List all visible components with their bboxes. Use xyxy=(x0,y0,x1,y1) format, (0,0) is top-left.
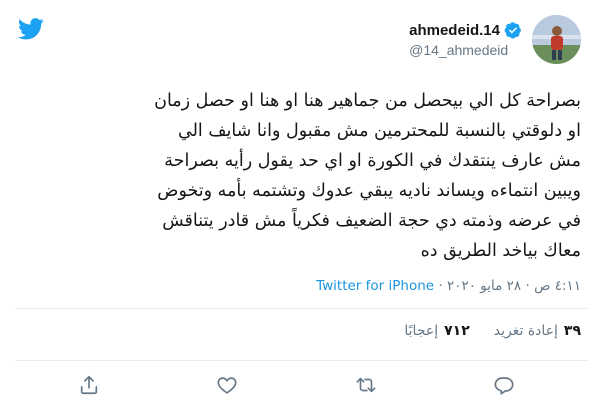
likes-stat[interactable]: ٧١٢ إعجابًا xyxy=(404,323,469,339)
retweets-label: إعادة تغريد xyxy=(493,323,558,339)
tweet-stats: ٣٩ إعادة تغريد ٧١٢ إعجابًا xyxy=(404,323,581,339)
tweet-source-link[interactable]: Twitter for iPhone xyxy=(316,278,434,294)
retweets-stat[interactable]: ٣٩ إعادة تغريد xyxy=(494,323,581,339)
user-handle[interactable]: @14_ahmedeid xyxy=(409,42,522,58)
tweet-line: ويبين انتماءه ويساند ناديه يبقي عدوك وتش… xyxy=(157,181,581,201)
tweet-line: في عرضه وذمته دي حجة الضعيف فكرياً مش قا… xyxy=(162,211,581,231)
retweet-icon xyxy=(356,377,376,393)
divider xyxy=(15,360,588,361)
avatar[interactable] xyxy=(532,15,581,64)
meta-separator: · xyxy=(525,278,530,294)
tweet-line: او دلوقتي بالنسبة للمحترمين مش مقبول وان… xyxy=(178,121,581,141)
share-icon xyxy=(80,375,98,395)
user-names: ahmedeid.14 @14_ahmedeid xyxy=(409,21,522,58)
tweet-card: ahmedeid.14 @14_ahmedeid بصراحة كل الي ب… xyxy=(0,0,603,414)
heart-icon xyxy=(217,377,237,394)
display-name[interactable]: ahmedeid.14 xyxy=(409,22,500,39)
tweet-actions xyxy=(78,374,515,396)
tweet-line: بصراحة كل الي بيحصل من جماهير هنا او هنا… xyxy=(154,91,581,111)
tweet-line: مش عارف ينتقدك في الكورة او اي حد يقول ر… xyxy=(164,151,581,171)
verified-badge-icon xyxy=(504,22,521,39)
display-name-row[interactable]: ahmedeid.14 xyxy=(409,21,522,39)
tweet-line: معاك بياخد الطريق ده xyxy=(420,241,581,261)
twitter-bird-icon[interactable] xyxy=(18,18,44,40)
tweet-text: بصراحة كل الي بيحصل من جماهير هنا او هنا… xyxy=(16,86,581,266)
like-button[interactable] xyxy=(216,374,238,396)
likes-label: إعجابًا xyxy=(404,323,439,339)
reply-button[interactable] xyxy=(493,374,515,396)
meta-separator: · xyxy=(438,278,443,294)
tweet-date[interactable]: ٢٨ مايو ٢٠٢٠ xyxy=(447,278,521,294)
likes-count: ٧١٢ xyxy=(444,323,470,339)
share-button[interactable] xyxy=(78,374,100,396)
reply-icon xyxy=(494,377,514,395)
tweet-time[interactable]: ٤:١١ ص xyxy=(534,278,581,294)
tweet-header: ahmedeid.14 @14_ahmedeid xyxy=(409,15,581,64)
retweets-count: ٣٩ xyxy=(563,323,581,339)
tweet-meta: ٤:١١ ص · ٢٨ مايو ٢٠٢٠ · Twitter for iPho… xyxy=(316,278,581,294)
retweet-button[interactable] xyxy=(355,374,377,396)
divider xyxy=(15,308,588,309)
